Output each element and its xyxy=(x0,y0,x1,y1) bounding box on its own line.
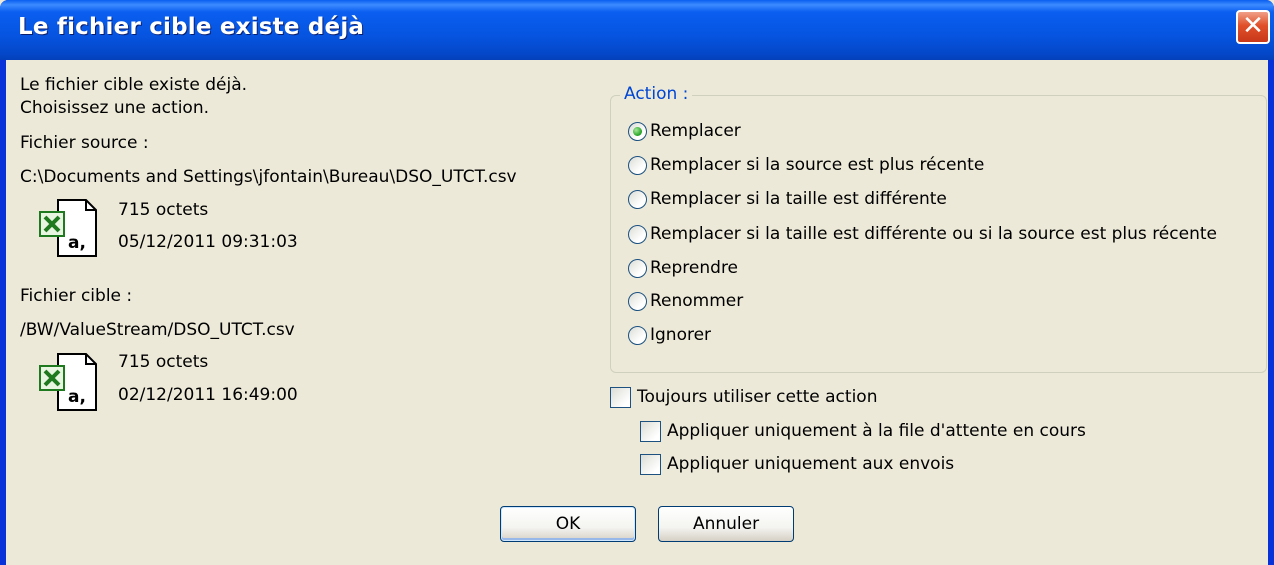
radio-replace-if-newer[interactable]: Remplacer si la source est plus récente xyxy=(628,152,984,178)
checkbox-box[interactable] xyxy=(640,420,661,442)
message-line-1: Le fichier cible existe déjà. xyxy=(20,75,248,95)
checkbox-apply-to-uploads[interactable]: Appliquer uniquement aux envois xyxy=(640,451,954,477)
checkbox-always-use-action[interactable]: Toujours utiliser cette action xyxy=(610,384,877,410)
target-file-date: 02/12/2011 16:49:00 xyxy=(118,385,298,405)
radio-button[interactable] xyxy=(628,224,647,244)
source-file-label: Fichier source : xyxy=(20,133,149,153)
message-line-2: Choisissez une action. xyxy=(20,98,209,118)
checkbox-apply-to-current-queue[interactable]: Appliquer uniquement à la file d'attente… xyxy=(640,418,1086,444)
checkbox-box[interactable] xyxy=(610,386,631,408)
radio-label: Remplacer xyxy=(650,121,741,141)
radio-button[interactable] xyxy=(628,325,647,345)
action-legend: Action : xyxy=(620,84,693,104)
radio-rename[interactable]: Renommer xyxy=(628,288,743,314)
radio-button[interactable] xyxy=(628,291,647,311)
checkbox-label: Toujours utiliser cette action xyxy=(637,387,878,407)
radio-button[interactable] xyxy=(628,258,647,278)
radio-label: Remplacer si la taille est différente ou… xyxy=(650,224,1217,244)
dialog-title: Le fichier cible existe déjà xyxy=(18,14,365,40)
target-file-label: Fichier cible : xyxy=(20,286,133,306)
radio-label: Renommer xyxy=(650,291,744,311)
radio-label: Remplacer si la source est plus récente xyxy=(650,155,985,175)
source-file-date: 05/12/2011 09:31:03 xyxy=(118,232,298,252)
radio-ignore[interactable]: Ignorer xyxy=(628,322,711,348)
dialog-window: Le fichier cible existe déjà ✕ Le fichie… xyxy=(0,0,1274,565)
target-file-path: /BW/ValueStream/DSO_UTCT.csv xyxy=(20,320,295,340)
radio-label: Remplacer si la taille est différente xyxy=(650,189,947,209)
excel-csv-file-icon: a, xyxy=(39,353,97,411)
close-icon: ✕ xyxy=(1242,11,1264,41)
radio-replace-if-size-differs-or-newer[interactable]: Remplacer si la taille est différente ou… xyxy=(628,221,1217,247)
radio-label: Ignorer xyxy=(650,325,712,345)
excel-csv-file-icon: a, xyxy=(39,199,97,257)
radio-button[interactable] xyxy=(628,189,647,209)
cancel-button[interactable]: Annuler xyxy=(658,506,794,542)
dialog-body: Le fichier cible existe déjà. Choisissez… xyxy=(6,60,1268,565)
checkbox-box[interactable] xyxy=(640,453,661,475)
radio-replace-if-size-differs[interactable]: Remplacer si la taille est différente xyxy=(628,186,947,212)
title-bar[interactable]: Le fichier cible existe déjà ✕ xyxy=(0,0,1274,60)
radio-replace[interactable]: Remplacer xyxy=(628,118,741,144)
source-file-path: C:\Documents and Settings\jfontain\Burea… xyxy=(20,167,517,187)
checkbox-label: Appliquer uniquement aux envois xyxy=(667,454,955,474)
radio-button[interactable] xyxy=(628,155,647,175)
radio-resume[interactable]: Reprendre xyxy=(628,255,738,281)
radio-label: Reprendre xyxy=(650,258,739,278)
ok-button[interactable]: OK xyxy=(500,506,636,542)
source-file-size: 715 octets xyxy=(118,200,209,220)
radio-button-checked[interactable] xyxy=(628,121,647,141)
checkbox-label: Appliquer uniquement à la file d'attente… xyxy=(667,421,1086,441)
svg-text:a,: a, xyxy=(68,233,86,253)
target-file-size: 715 octets xyxy=(118,352,209,372)
close-button[interactable]: ✕ xyxy=(1236,10,1270,44)
svg-text:a,: a, xyxy=(68,387,86,407)
